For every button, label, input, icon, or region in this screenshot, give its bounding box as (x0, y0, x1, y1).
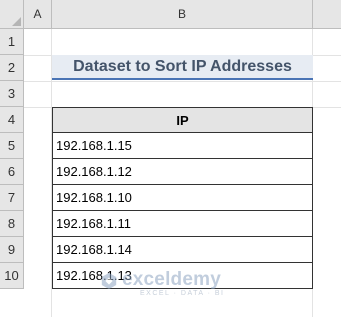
ip-table: IP 192.168.1.15 192.168.1.12 192.168.1.1… (52, 107, 313, 289)
table-cell[interactable]: 192.168.1.15 (52, 133, 313, 159)
exceldemy-logo-icon (101, 272, 117, 290)
row-header-8[interactable]: 8 (0, 211, 24, 237)
spreadsheet-grid: A B 1 2 3 4 5 6 7 8 9 10 Dataset to Sort… (0, 0, 341, 317)
column-header-b[interactable]: B (52, 0, 313, 29)
table-cell[interactable]: 192.168.1.14 (52, 237, 313, 263)
column-header-a[interactable]: A (24, 0, 52, 29)
table-cell[interactable]: 192.168.1.10 (52, 185, 313, 211)
row-header-1[interactable]: 1 (0, 29, 24, 55)
watermark-name: exceldemy (122, 269, 221, 290)
column-header-c[interactable] (313, 0, 341, 29)
row-header-6[interactable]: 6 (0, 159, 24, 185)
select-all-corner[interactable] (0, 0, 24, 29)
row-header-9[interactable]: 9 (0, 237, 24, 263)
row-header-7[interactable]: 7 (0, 185, 24, 211)
table-cell[interactable]: 192.168.1.12 (52, 159, 313, 185)
table-cell[interactable]: 192.168.1.11 (52, 211, 313, 237)
row-header-10[interactable]: 10 (0, 263, 24, 289)
row-header-3[interactable]: 3 (0, 81, 24, 107)
gridline (24, 81, 341, 82)
exceldemy-watermark: exceldemy EXCEL · DATA · BI (100, 268, 250, 302)
watermark-tagline: EXCEL · DATA · BI (140, 290, 225, 297)
sheet-title[interactable]: Dataset to Sort IP Addresses (52, 55, 313, 80)
row-header-5[interactable]: 5 (0, 133, 24, 159)
row-header-2[interactable]: 2 (0, 55, 24, 81)
table-header-ip[interactable]: IP (52, 107, 313, 133)
row-header-4[interactable]: 4 (0, 107, 24, 133)
